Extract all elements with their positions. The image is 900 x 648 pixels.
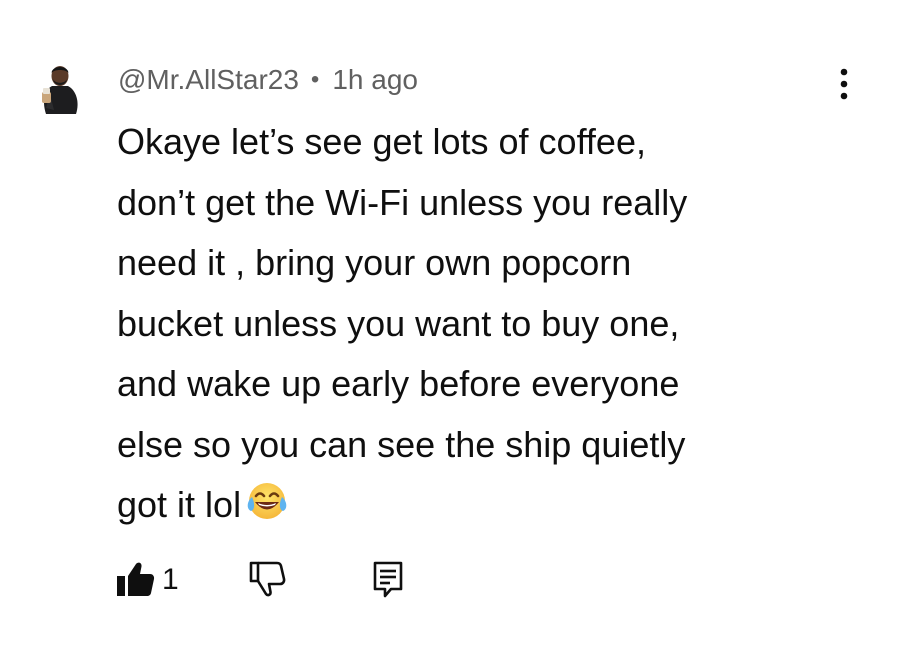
vertical-ellipsis-icon	[840, 68, 848, 100]
like-count: 1	[162, 563, 179, 596]
comment-author[interactable]: @Mr.AllStar23	[118, 64, 299, 96]
like-button[interactable]	[114, 558, 156, 600]
thumbs-up-filled-icon	[117, 562, 155, 596]
reply-comment-icon	[373, 561, 403, 598]
comment-action-bar: 1	[0, 556, 900, 604]
thumbs-down-icon	[249, 561, 286, 597]
comment-timestamp[interactable]: 1h ago	[332, 64, 418, 96]
avatar[interactable]	[36, 58, 84, 116]
reply-button[interactable]	[368, 558, 408, 600]
comment-body: Okaye let’s see get lots of coffee, don’…	[117, 112, 837, 542]
meta-separator: •	[310, 66, 320, 93]
more-options-button[interactable]	[826, 64, 862, 104]
comment-text: Okaye let’s see get lots of coffee, don’…	[117, 121, 688, 525]
comment-meta: @Mr.AllStar23 • 1h ago	[118, 60, 418, 100]
dislike-button[interactable]	[247, 558, 289, 600]
avatar-image	[42, 66, 78, 114]
face-with-tears-of-joy-icon	[245, 479, 289, 542]
